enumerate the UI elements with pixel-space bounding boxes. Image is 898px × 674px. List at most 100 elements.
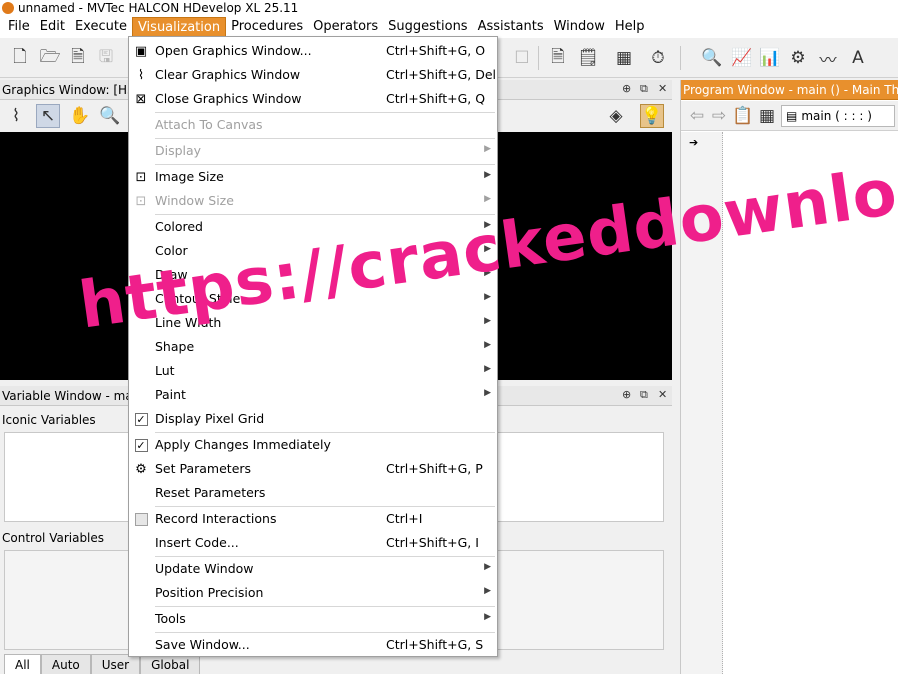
submenu-arrow-icon: ▶ [484,144,491,154]
checkbox-checked-icon: ✓ [134,438,148,452]
pointer-icon[interactable]: ↖ [36,104,60,128]
menu-lut[interactable]: Lut ▶ [129,359,497,383]
menu-set-parameters[interactable]: ⚙ Set Parameters Ctrl+Shift+G, P [129,457,497,481]
hand-icon[interactable]: ✋ [68,104,92,128]
inspect-icon[interactable]: ▦ [612,46,636,70]
control-variables-label: Control Variables [2,531,105,545]
close-icon[interactable]: ✕ [658,388,667,401]
step-file-icon[interactable]: 🗎 [546,46,570,70]
clipboard-icon[interactable]: 📋 [731,104,755,128]
menu-apply-changes-immediately[interactable]: ✓ Apply Changes Immediately [129,433,497,457]
tab-all[interactable]: All [4,654,41,674]
menu-operators[interactable]: Operators [308,17,383,37]
save-icon[interactable]: 🖫 [94,46,118,70]
menu-update-window[interactable]: Update Window ▶ [129,557,497,581]
line-chart-icon[interactable]: 📈 [730,46,754,70]
menu-help[interactable]: Help [610,17,650,37]
submenu-arrow-icon: ▶ [484,268,491,278]
float-icon[interactable]: ⧉ [640,388,648,402]
menu-reset-parameters[interactable]: Reset Parameters [129,481,497,505]
font-size-icon[interactable]: A [846,46,870,70]
timer-icon[interactable]: ⏱ [646,46,670,70]
forward-icon[interactable]: ⇨ [707,104,731,128]
checkbox-tool-icon[interactable]: ☐ [510,46,534,70]
menu-file[interactable]: File [3,17,35,37]
window-size-icon: ⊡ [135,193,147,209]
tab-auto[interactable]: Auto [40,654,91,674]
layers-icon[interactable]: ◈ [604,104,628,128]
menu-suggestions[interactable]: Suggestions [383,17,472,37]
grid-icon[interactable]: ▦ [755,104,779,128]
histogram-icon[interactable]: 📊 [758,46,782,70]
menu-close-graphics-window[interactable]: ⊠ Close Graphics Window Ctrl+Shift+G, Q [129,87,497,111]
menu-draw[interactable]: Draw ▶ [129,263,497,287]
menu-window[interactable]: Window [549,17,610,37]
variable-tabs: All Auto User Global [4,654,201,674]
menu-color[interactable]: Color ▶ [129,239,497,263]
menu-colored[interactable]: Colored ▶ [129,215,497,239]
submenu-arrow-icon: ▶ [484,586,491,596]
program-editor[interactable]: ➔ [681,132,898,674]
submenu-arrow-icon: ▶ [484,340,491,350]
toolbar-separator [680,46,681,70]
menu-execute[interactable]: Execute [70,17,132,37]
checkbox-checked-icon: ✓ [134,412,148,426]
toolbar-separator [538,46,539,70]
submenu-arrow-icon: ▶ [484,562,491,572]
menu-display[interactable]: Display ▶ [129,139,497,163]
procedure-name: main ( : : : ) [801,109,872,123]
export-icon[interactable]: 🗎 [66,46,90,70]
menu-line-width[interactable]: Line Width ▶ [129,311,497,335]
profile-icon[interactable]: 〰 [816,46,840,71]
broom-icon[interactable]: ⌇ [4,104,28,128]
menu-contour-style[interactable]: Contour Style ▶ [129,287,497,311]
procedure-selector[interactable]: ▤ main ( : : : ) [781,105,895,127]
program-window: Program Window - main () - Main Th ⇦ ⇨ 📋… [680,80,898,674]
menu-attach-to-canvas[interactable]: Attach To Canvas [129,113,497,137]
menu-edit[interactable]: Edit [35,17,70,37]
menu-record-interactions[interactable]: Record Interactions Ctrl+I [129,507,497,531]
broom-icon: ⌇ [137,67,145,83]
pin-icon[interactable]: ⊕ [622,388,631,401]
program-window-title: Program Window - main () - Main Th [681,80,898,100]
lightbulb-icon[interactable]: 💡 [640,104,664,128]
menu-window-size[interactable]: ⊡ Window Size ▶ [129,189,497,213]
menu-visualization[interactable]: Visualization [131,17,227,37]
document-icon[interactable]: 🗒 [576,46,600,70]
menu-open-graphics-window[interactable]: ▣ Open Graphics Window... Ctrl+Shift+G, … [129,39,497,63]
gear-icon: ⚙ [135,461,147,477]
pin-icon[interactable]: ⊕ [622,82,631,95]
program-toolbar: ⇦ ⇨ 📋 ▦ ▤ main ( : : : ) [681,101,898,131]
window-title: unnamed - MVTec HALCON HDevelop XL 25.11 [18,1,299,15]
menu-position-precision[interactable]: Position Precision ▶ [129,581,497,605]
menu-display-pixel-grid[interactable]: ✓ Display Pixel Grid [129,407,497,431]
menu-procedures[interactable]: Procedures [226,17,308,37]
menu-paint[interactable]: Paint ▶ [129,383,497,407]
zoom-icon[interactable]: 🔍 [700,46,724,70]
tab-user[interactable]: User [90,654,141,674]
new-file-icon[interactable]: 🗋 [8,46,32,70]
open-window-icon: ▣ [134,43,148,59]
back-icon[interactable]: ⇦ [685,104,709,128]
submenu-arrow-icon: ▶ [484,388,491,398]
submenu-arrow-icon: ▶ [484,220,491,230]
menu-insert-code[interactable]: Insert Code... Ctrl+Shift+G, I [129,531,497,555]
menu-shape[interactable]: Shape ▶ [129,335,497,359]
procedure-icon: ▤ [786,109,798,123]
close-icon[interactable]: ✕ [658,82,667,95]
menu-tools[interactable]: Tools ▶ [129,607,497,631]
magnify-icon[interactable]: 🔍 [98,104,122,128]
submenu-arrow-icon: ▶ [484,612,491,622]
menu-clear-graphics-window[interactable]: ⌇ Clear Graphics Window Ctrl+Shift+G, De… [129,63,497,87]
feature-inspect-icon[interactable]: ⚙ [786,46,810,70]
open-file-icon[interactable]: 🗁 [38,46,62,70]
tab-global[interactable]: Global [140,654,201,674]
title-bar: unnamed - MVTec HALCON HDevelop XL 25.11 [0,0,898,16]
program-counter-icon: ➔ [689,136,699,149]
line-gutter: ➔ [681,132,723,674]
menu-image-size[interactable]: ⊡ Image Size ▶ [129,165,497,189]
menu-assistants[interactable]: Assistants [473,17,549,37]
submenu-arrow-icon: ▶ [484,292,491,302]
float-icon[interactable]: ⧉ [640,82,648,96]
menu-save-window[interactable]: Save Window... Ctrl+Shift+G, S [129,633,497,657]
